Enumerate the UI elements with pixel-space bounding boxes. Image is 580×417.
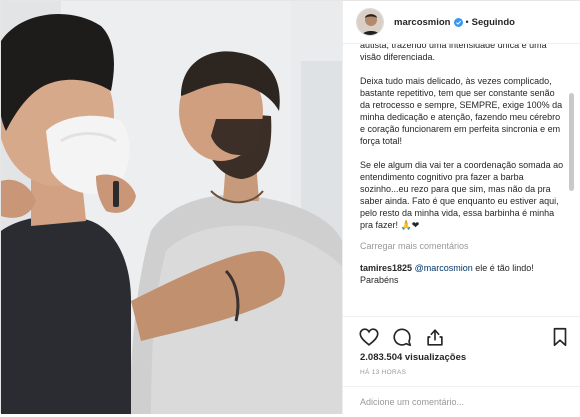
verified-badge-icon — [453, 17, 463, 27]
caption-paragraph: Deixa tudo mais delicado, às vezes compl… — [360, 76, 563, 146]
post-actions: 2.083.504 visualizações HÁ 13 HORAS — [343, 316, 580, 416]
share-icon[interactable] — [424, 326, 446, 348]
load-more-comments-button[interactable]: Carregar mais comentários — [360, 241, 566, 251]
video-frame-illustration — [1, 1, 342, 414]
caption-paragraph: Se ele algum dia vai ter a coordenação s… — [360, 160, 564, 230]
following-button[interactable]: Seguindo — [472, 17, 515, 28]
separator-dot: • — [465, 17, 469, 27]
heart-icon[interactable] — [358, 326, 380, 348]
post-caption: autista, trazendo uma intensidade única … — [360, 44, 566, 231]
comments-scrollbar[interactable] — [569, 93, 574, 191]
add-comment-section — [343, 386, 580, 417]
post-header: marcosmion • Seguindo — [343, 1, 580, 44]
post-video[interactable] — [1, 1, 342, 414]
comment-mention[interactable]: @marcosmion — [415, 263, 473, 273]
username[interactable]: marcosmion — [394, 17, 451, 28]
comments-list[interactable]: autista, trazendo uma intensidade única … — [343, 44, 580, 316]
post-sidebar: marcosmion • Seguindo autista, trazendo … — [342, 1, 580, 414]
instagram-post: marcosmion • Seguindo autista, trazendo … — [0, 0, 580, 414]
post-timestamp[interactable]: HÁ 13 HORAS — [360, 369, 406, 376]
comment-username[interactable]: tamires1825 — [360, 263, 412, 273]
add-comment-input[interactable] — [360, 395, 560, 409]
avatar-image — [357, 9, 383, 35]
comment-item: tamires1825 @marcosmion ele é tão lindo!… — [360, 262, 566, 286]
view-count[interactable]: 2.083.504 visualizações — [360, 352, 466, 363]
caption-paragraph: autista, trazendo uma intensidade única … — [360, 44, 547, 62]
action-icons — [358, 326, 457, 348]
avatar[interactable] — [356, 8, 384, 36]
bookmark-icon[interactable] — [550, 326, 570, 348]
comment-icon[interactable] — [391, 326, 413, 348]
